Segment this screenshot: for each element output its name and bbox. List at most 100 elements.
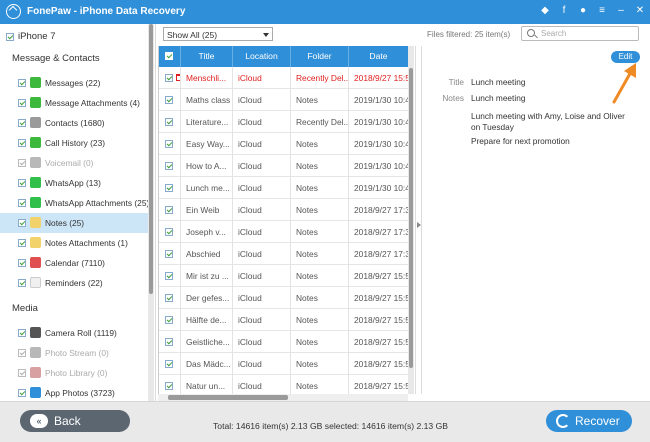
row-checkbox[interactable] (165, 74, 173, 82)
sidebar-item-checkbox[interactable] (18, 239, 26, 247)
sidebar-item[interactable]: WhatsApp (13) (0, 173, 148, 193)
table-row[interactable]: Abschied iCloud Notes 2018/9/27 17:3 (159, 243, 409, 265)
sidebar-item[interactable]: Reminders (22) (0, 273, 148, 293)
row-checkbox[interactable] (165, 338, 173, 346)
sidebar-item[interactable]: Call History (23) (0, 133, 148, 153)
table-row[interactable]: How to A... iCloud Notes 2019/1/30 10:4 (159, 155, 409, 177)
row-checkbox[interactable] (165, 96, 173, 104)
row-checkbox[interactable] (165, 272, 173, 280)
row-checkbox-cell[interactable] (159, 375, 181, 394)
row-checkbox[interactable] (165, 294, 173, 302)
table-row[interactable]: Natur un... iCloud Notes 2018/9/27 15:5 (159, 375, 409, 394)
back-button-label: Back (54, 414, 81, 428)
filter-select[interactable]: Show All (25) (163, 27, 273, 41)
sidebar-item[interactable]: Messages (22) (0, 73, 148, 93)
column-header-folder[interactable]: Folder (291, 46, 349, 67)
table-row[interactable]: Menschli... iCloud Recently Del... 2018/9/2… (159, 67, 409, 89)
table-row[interactable]: Maths class iCloud Notes 2019/1/30 10:4 (159, 89, 409, 111)
sidebar-item[interactable]: Message Attachments (4) (0, 93, 148, 113)
select-all-checkbox[interactable] (165, 52, 173, 60)
table-row[interactable]: Das Mädc... iCloud Notes 2018/9/27 15:5 (159, 353, 409, 375)
sidebar-device[interactable]: iPhone 7 (0, 27, 148, 47)
sidebar-item-checkbox[interactable] (18, 389, 26, 397)
sidebar-item-checkbox[interactable] (18, 219, 26, 227)
column-header-location[interactable]: Location (233, 46, 291, 67)
sidebar-item[interactable]: Photo Stream (0) (0, 343, 148, 363)
sidebar-item[interactable]: WhatsApp Attachments (25) (0, 193, 149, 213)
sidebar-item-checkbox[interactable] (18, 369, 26, 377)
row-checkbox-cell[interactable] (159, 199, 181, 221)
row-checkbox-cell[interactable] (159, 89, 181, 111)
search-input[interactable]: Search (521, 26, 639, 41)
table-row[interactable]: Literature... iCloud Recently Del... 2019/1… (159, 111, 409, 133)
row-checkbox-cell[interactable] (159, 177, 181, 199)
row-checkbox-cell[interactable] (159, 67, 181, 89)
sidebar-item-checkbox[interactable] (18, 179, 26, 187)
sidebar-item-checkbox[interactable] (18, 119, 26, 127)
chat-icon[interactable]: ● (577, 4, 589, 18)
row-checkbox[interactable] (165, 250, 173, 258)
row-checkbox-cell[interactable] (159, 331, 181, 353)
sidebar-scrollbar[interactable] (148, 24, 154, 401)
select-all-header[interactable] (159, 46, 181, 67)
row-checkbox-cell[interactable] (159, 133, 181, 155)
sidebar-item-checkbox[interactable] (18, 159, 26, 167)
sidebar-item[interactable]: Notes (25) (0, 213, 148, 233)
sidebar-item-checkbox[interactable] (18, 349, 26, 357)
facebook-icon[interactable]: f (558, 4, 570, 18)
table-horizontal-scrollbar-thumb[interactable] (168, 395, 288, 400)
row-checkbox[interactable] (165, 316, 173, 324)
close-icon[interactable]: ✕ (634, 4, 646, 18)
row-checkbox[interactable] (165, 206, 173, 214)
row-checkbox[interactable] (165, 382, 173, 390)
row-checkbox[interactable] (165, 140, 173, 148)
row-checkbox[interactable] (165, 118, 173, 126)
table-horizontal-scrollbar[interactable] (158, 394, 408, 401)
table-scrollbar[interactable] (408, 46, 414, 394)
sidebar-item-checkbox[interactable] (18, 79, 26, 87)
table-row[interactable]: Geistliche... iCloud Notes 2018/9/27 15:5 (159, 331, 409, 353)
sidebar-item[interactable]: Calendar (7110) (0, 253, 148, 273)
table-row[interactable]: Lunch me... iCloud Notes 2019/1/30 10:4 (159, 177, 409, 199)
sidebar-item[interactable]: Contacts (1680) (0, 113, 148, 133)
sidebar-item-checkbox[interactable] (18, 139, 26, 147)
menu-icon[interactable]: ≡ (596, 4, 608, 18)
sidebar-item[interactable]: Camera Roll (1119) (0, 323, 148, 343)
row-checkbox-cell[interactable] (159, 155, 181, 177)
table-row[interactable]: Joseph v... iCloud Notes 2018/9/27 17:3 (159, 221, 409, 243)
sidebar-item[interactable]: App Photos (3723) (0, 383, 148, 401)
table-scrollbar-thumb[interactable] (409, 68, 413, 368)
sidebar-item[interactable]: Photo Library (0) (0, 363, 148, 383)
sidebar-item-checkbox[interactable] (18, 99, 26, 107)
column-header-date[interactable]: Date (349, 46, 409, 67)
minimize-icon[interactable]: – (615, 4, 627, 18)
table-row[interactable]: Ein Weib iCloud Notes 2018/9/27 17:3 (159, 199, 409, 221)
row-checkbox[interactable] (165, 360, 173, 368)
row-checkbox-cell[interactable] (159, 353, 181, 375)
sidebar-item[interactable]: Notes Attachments (1) (0, 233, 148, 253)
sidebar-item-checkbox[interactable] (18, 259, 26, 267)
row-checkbox[interactable] (165, 228, 173, 236)
back-button[interactable]: « Back (20, 410, 130, 432)
row-checkbox[interactable] (165, 162, 173, 170)
row-checkbox-cell[interactable] (159, 243, 181, 265)
column-header-title[interactable]: Title (181, 46, 233, 67)
table-row[interactable]: Hälfte de... iCloud Notes 2018/9/27 15:5 (159, 309, 409, 331)
table-row[interactable]: Mir ist zu ... iCloud Notes 2018/9/27 15:5 (159, 265, 409, 287)
table-row[interactable]: Easy Way... iCloud Notes 2019/1/30 10:4 (159, 133, 409, 155)
row-checkbox-cell[interactable] (159, 111, 181, 133)
row-checkbox-cell[interactable] (159, 287, 181, 309)
row-checkbox[interactable] (165, 184, 173, 192)
row-checkbox-cell[interactable] (159, 265, 181, 287)
sidebar-scrollbar-thumb[interactable] (149, 24, 153, 294)
diamond-icon[interactable]: ◆ (539, 4, 551, 18)
row-checkbox-cell[interactable] (159, 309, 181, 331)
sidebar-item-checkbox[interactable] (18, 329, 26, 337)
recover-button[interactable]: Recover (546, 410, 632, 432)
sidebar-item[interactable]: Voicemail (0) (0, 153, 148, 173)
sidebar-item-checkbox[interactable] (18, 199, 26, 207)
device-checkbox[interactable] (6, 33, 14, 41)
row-checkbox-cell[interactable] (159, 221, 181, 243)
sidebar-item-checkbox[interactable] (18, 279, 26, 287)
table-row[interactable]: Der gefes... iCloud Notes 2018/9/27 15:5 (159, 287, 409, 309)
